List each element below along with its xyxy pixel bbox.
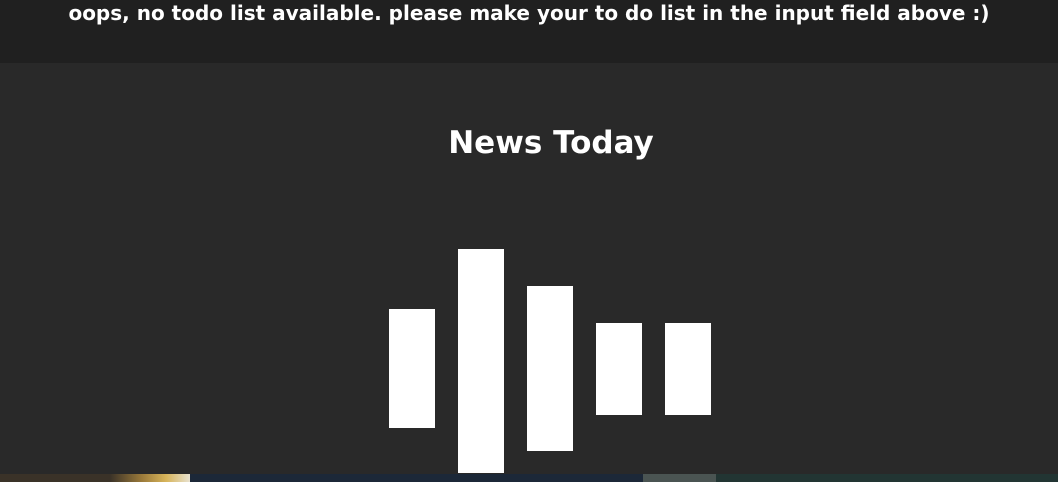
loader-bar — [389, 309, 435, 428]
news-image-strip — [0, 474, 1058, 482]
news-section: News Today — [0, 63, 1058, 482]
loader-bar — [665, 323, 711, 415]
news-thumbnail[interactable] — [716, 474, 1058, 482]
todo-section: oops, no todo list available. please mak… — [0, 0, 1058, 63]
todo-empty-message: oops, no todo list available. please mak… — [68, 1, 990, 25]
news-thumbnail[interactable] — [190, 474, 643, 482]
loader-bar — [458, 249, 504, 473]
loader-bar — [596, 323, 642, 415]
news-thumbnail[interactable] — [643, 474, 716, 482]
thumbnail-image — [110, 474, 190, 482]
news-title: News Today — [448, 125, 654, 161]
loader-bar — [527, 286, 573, 451]
news-thumbnail[interactable] — [0, 474, 190, 482]
